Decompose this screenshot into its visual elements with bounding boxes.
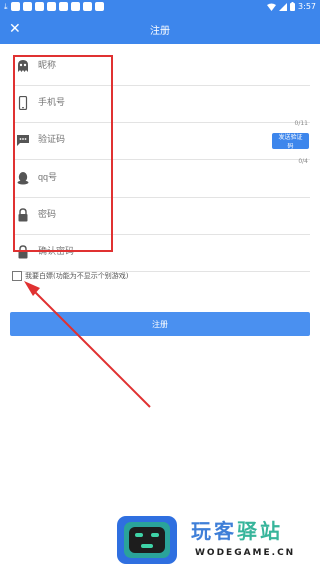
confirm-password-field[interactable] bbox=[14, 234, 310, 272]
app-icon bbox=[94, 2, 104, 11]
page-title: 注册 bbox=[150, 26, 170, 37]
robot-logo-icon bbox=[117, 516, 177, 564]
phone-icon bbox=[18, 96, 28, 110]
app-icon bbox=[70, 2, 80, 11]
register-button[interactable]: 注册 bbox=[10, 312, 310, 336]
watermark-url: WODEGAME.CN bbox=[195, 548, 296, 558]
app-icon bbox=[46, 2, 56, 11]
clock: 3:57 bbox=[298, 2, 316, 11]
ghost-icon bbox=[18, 60, 28, 72]
phone-field[interactable] bbox=[14, 85, 310, 123]
confirm-password-input[interactable] bbox=[38, 246, 278, 256]
watermark-brand: 玩客驿站 bbox=[191, 515, 283, 544]
qq-input[interactable] bbox=[38, 172, 278, 182]
watermark-brand-a: 玩客 bbox=[191, 519, 237, 543]
freeload-option[interactable]: 我要白嫖(功能为不显示个别游戏) bbox=[12, 271, 128, 281]
qq-field[interactable] bbox=[14, 160, 310, 198]
lock-icon bbox=[18, 245, 28, 259]
status-bar: ⤓ 3:57 bbox=[0, 0, 320, 14]
app-bar: ✕ 注册 bbox=[0, 14, 320, 44]
password-field[interactable] bbox=[14, 197, 310, 235]
watermark-brand-b: 驿站 bbox=[237, 519, 283, 543]
signal-icon bbox=[279, 2, 288, 11]
app-icon bbox=[82, 2, 92, 11]
nickname-input[interactable] bbox=[38, 60, 278, 70]
app-icon bbox=[10, 2, 20, 11]
verification-code-input[interactable] bbox=[38, 134, 278, 144]
wifi-icon bbox=[267, 3, 277, 11]
nickname-field[interactable] bbox=[14, 48, 310, 86]
freeload-checkbox[interactable] bbox=[12, 271, 22, 281]
app-icon bbox=[22, 2, 32, 11]
app-icon bbox=[58, 2, 68, 11]
app-icon bbox=[34, 2, 44, 11]
verification-code-field[interactable] bbox=[14, 122, 310, 160]
watermark: 玩客驿站 WODEGAME.CN bbox=[115, 512, 320, 569]
qq-icon bbox=[17, 172, 29, 185]
download-icon: ⤓ bbox=[4, 2, 8, 11]
battery-icon bbox=[290, 2, 296, 11]
message-icon bbox=[17, 135, 29, 146]
freeload-label: 我要白嫖(功能为不显示个别游戏) bbox=[25, 272, 129, 280]
send-code-button[interactable]: 发送验证码 bbox=[272, 133, 309, 150]
phone-input[interactable] bbox=[38, 97, 278, 107]
lock-icon bbox=[18, 208, 28, 222]
password-input[interactable] bbox=[38, 209, 278, 219]
